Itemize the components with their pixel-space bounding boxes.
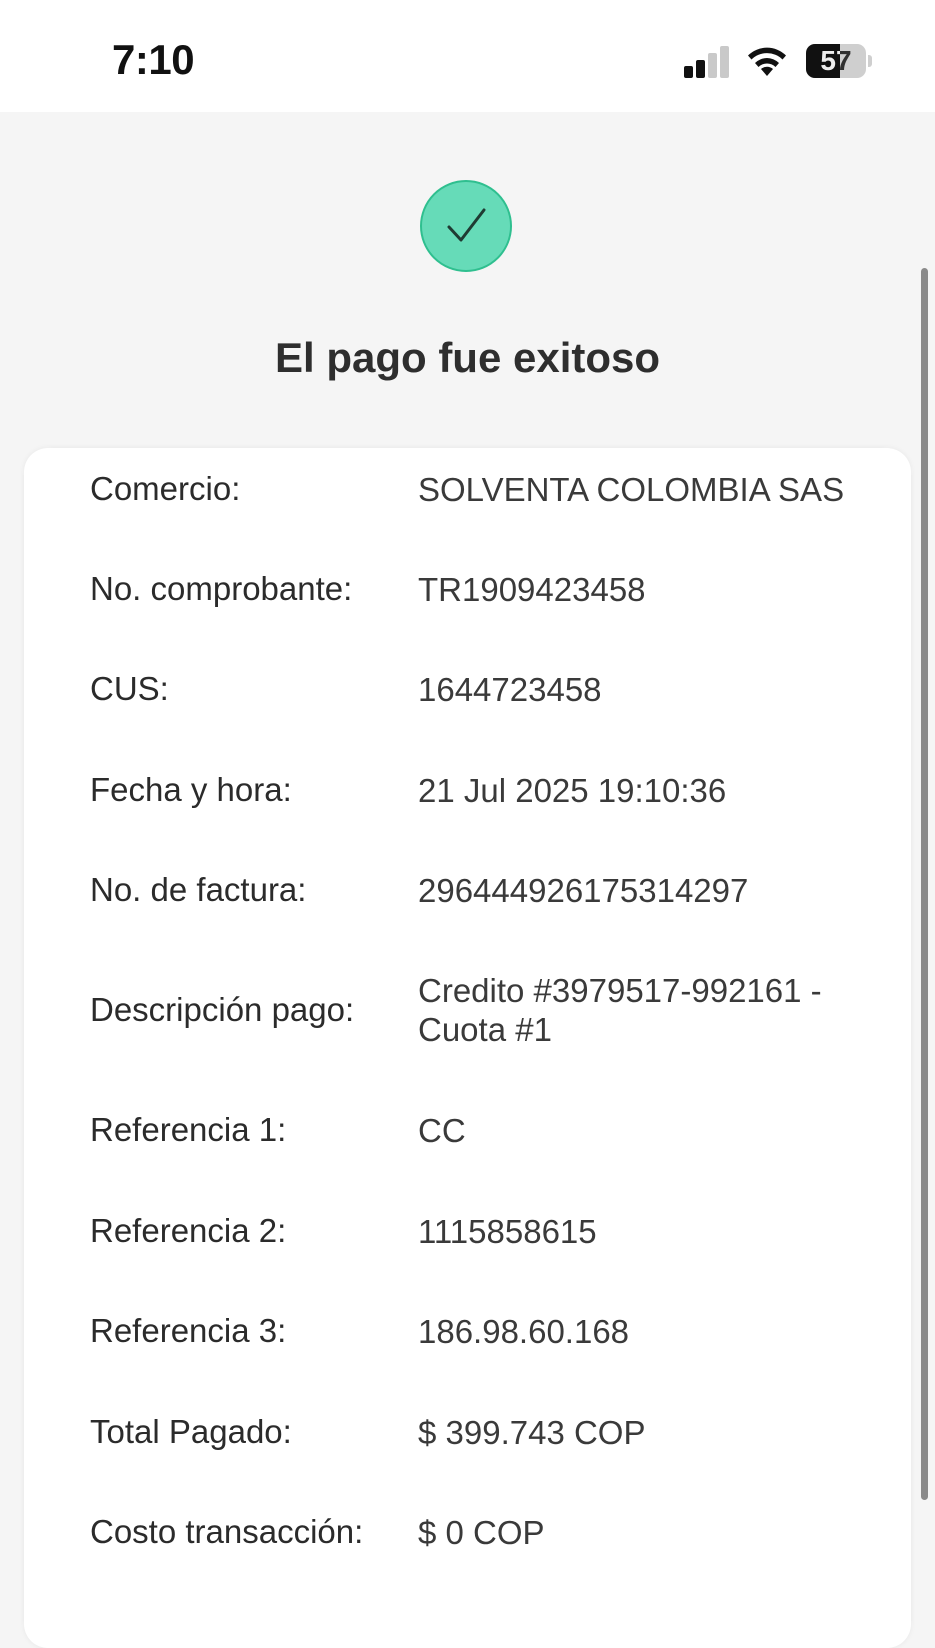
row-label: Descripción pago: bbox=[90, 991, 355, 1028]
receipt-card: Comercio: SOLVENTA COLOMBIA SAS No. comp… bbox=[24, 448, 911, 1648]
row-label: Referencia 3: bbox=[90, 1312, 287, 1349]
row-value: Credito #3979517-992161 - Cuota #1 bbox=[418, 972, 822, 1048]
row-label: Fecha y hora: bbox=[90, 771, 292, 808]
row-label: Comercio: bbox=[90, 470, 241, 507]
row-label: Referencia 1: bbox=[90, 1111, 287, 1148]
row-value: TR1909423458 bbox=[418, 571, 646, 608]
battery-level: 57 bbox=[820, 45, 852, 76]
page-title: El pago fue exitoso bbox=[274, 334, 661, 381]
wifi-icon bbox=[748, 47, 786, 76]
row-label: Costo transacción: bbox=[90, 1513, 364, 1550]
row-value: $ 399.743 COP bbox=[418, 1414, 646, 1451]
row-value: 186.98.60.168 bbox=[418, 1313, 630, 1350]
status-time: 7:10 bbox=[112, 36, 195, 83]
row-value: SOLVENTA COLOMBIA SAS bbox=[418, 471, 845, 508]
cellular-signal-icon bbox=[684, 46, 730, 78]
battery-icon: 57 bbox=[806, 44, 874, 78]
row-value: 296444926175314297 bbox=[418, 872, 749, 909]
status-bar: 7:10 57 bbox=[0, 0, 935, 112]
checkmark-circle-icon bbox=[420, 180, 512, 272]
row-label: Total Pagado: bbox=[90, 1413, 292, 1450]
vertical-scrollbar[interactable] bbox=[921, 268, 928, 1500]
row-label: CUS: bbox=[90, 670, 169, 707]
row-value: $ 0 COP bbox=[418, 1514, 545, 1551]
row-label: No. comprobante: bbox=[90, 570, 353, 607]
row-value: 1644723458 bbox=[418, 671, 602, 708]
row-value: 21 Jul 2025 19:10:36 bbox=[418, 772, 727, 809]
row-value: CC bbox=[418, 1112, 466, 1149]
row-value: 1115858615 bbox=[418, 1213, 597, 1250]
row-label: No. de factura: bbox=[90, 871, 307, 908]
row-label: Referencia 2: bbox=[90, 1212, 287, 1249]
